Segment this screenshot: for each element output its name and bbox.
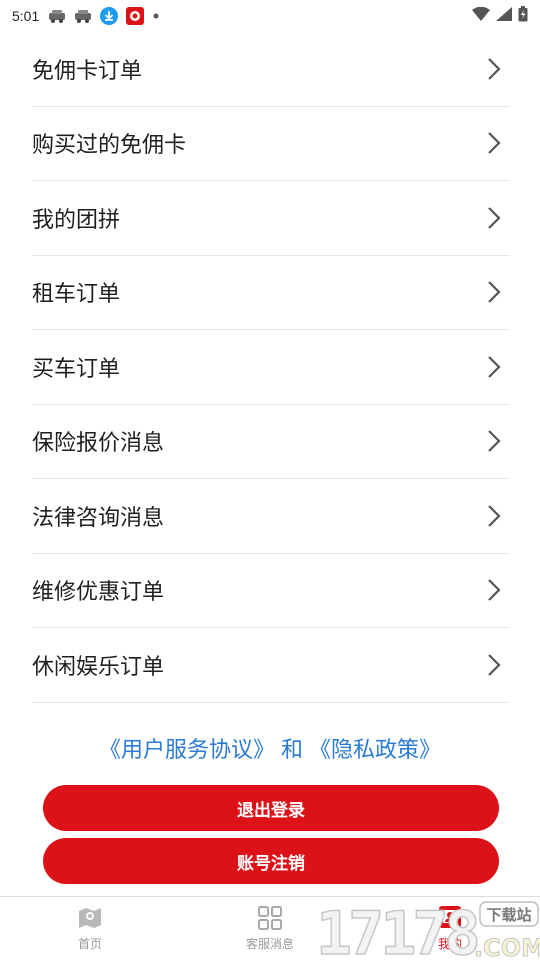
menu-item-insurance-quotes[interactable]: 保险报价消息 xyxy=(32,405,510,479)
watermark-number: 17178 xyxy=(316,899,477,960)
battery-icon xyxy=(518,6,528,26)
chevron-right-icon xyxy=(488,653,501,676)
order-menu-list: 免佣卡订单 购买过的免佣卡 我的团拼 租车订单 买车订单 保险报价消息 法律咨询… xyxy=(32,32,510,703)
menu-item-label: 休闲娱乐订单 xyxy=(32,654,165,680)
menu-item-legal-consultation[interactable]: 法律咨询消息 xyxy=(32,479,510,554)
download-notification-icon xyxy=(99,6,119,26)
watermark-17178: 17178 下载站 .COM xyxy=(315,896,540,964)
chevron-right-icon xyxy=(488,504,501,527)
status-time: 5:01 xyxy=(12,8,40,24)
car-notification-icon xyxy=(73,8,93,24)
menu-item-label: 我的团拼 xyxy=(32,207,121,233)
tab-customer-service-messages[interactable]: 客服消息 xyxy=(210,905,330,952)
status-bar: 5:01 xyxy=(0,0,540,32)
wifi-icon xyxy=(472,6,490,25)
grid-icon xyxy=(258,906,282,930)
menu-item-purchased-cards[interactable]: 购买过的免佣卡 xyxy=(32,107,510,181)
menu-item-label: 免佣卡订单 xyxy=(32,58,143,84)
watermark-domain: .COM xyxy=(474,934,540,960)
chevron-right-icon xyxy=(488,206,501,229)
menu-item-my-group-buys[interactable]: 我的团拼 xyxy=(32,181,510,256)
menu-item-label: 买车订单 xyxy=(32,356,121,382)
chevron-right-icon xyxy=(488,430,501,453)
chevron-right-icon xyxy=(488,57,501,80)
cancel-account-button[interactable]: 账号注销 xyxy=(43,838,499,884)
watermark-logo: 17178 下载站 .COM xyxy=(315,898,540,964)
logout-button[interactable]: 退出登录 xyxy=(43,785,499,831)
home-map-icon xyxy=(79,908,101,928)
user-agreement-link[interactable]: 《用户服务协议》 xyxy=(99,738,275,763)
menu-item-label: 法律咨询消息 xyxy=(32,505,165,531)
chevron-right-icon xyxy=(488,132,501,155)
menu-item-repair-discount-orders[interactable]: 维修优惠订单 xyxy=(32,554,510,628)
privacy-policy-link[interactable]: 《隐私政策》 xyxy=(309,738,441,763)
chevron-right-icon xyxy=(488,281,501,304)
tab-home[interactable]: 首页 xyxy=(30,905,150,952)
menu-item-leisure-orders[interactable]: 休闲娱乐订单 xyxy=(32,628,510,703)
chevron-right-icon xyxy=(488,355,501,378)
agreement-links: 《用户服务协议》和《隐私政策》 xyxy=(0,732,540,764)
more-dot-icon xyxy=(151,11,161,21)
menu-item-label: 维修优惠订单 xyxy=(32,580,165,606)
tab-label: 客服消息 xyxy=(245,937,294,951)
tab-label: 首页 xyxy=(77,937,102,951)
car-notification-icon xyxy=(47,8,67,24)
signal-icon xyxy=(496,7,512,25)
menu-item-label: 购买过的免佣卡 xyxy=(32,133,187,159)
agreement-joiner: 和 xyxy=(280,738,303,763)
menu-item-label: 保险报价消息 xyxy=(32,431,165,457)
watermark-badge: 下载站 xyxy=(486,906,531,924)
menu-item-commission-free-card-orders[interactable]: 免佣卡订单 xyxy=(32,32,510,107)
app-notification-icon xyxy=(125,6,145,26)
chevron-right-icon xyxy=(488,579,501,602)
menu-item-label: 租车订单 xyxy=(32,282,121,308)
menu-item-car-purchase-orders[interactable]: 买车订单 xyxy=(32,330,510,405)
menu-item-car-rental-orders[interactable]: 租车订单 xyxy=(32,256,510,330)
